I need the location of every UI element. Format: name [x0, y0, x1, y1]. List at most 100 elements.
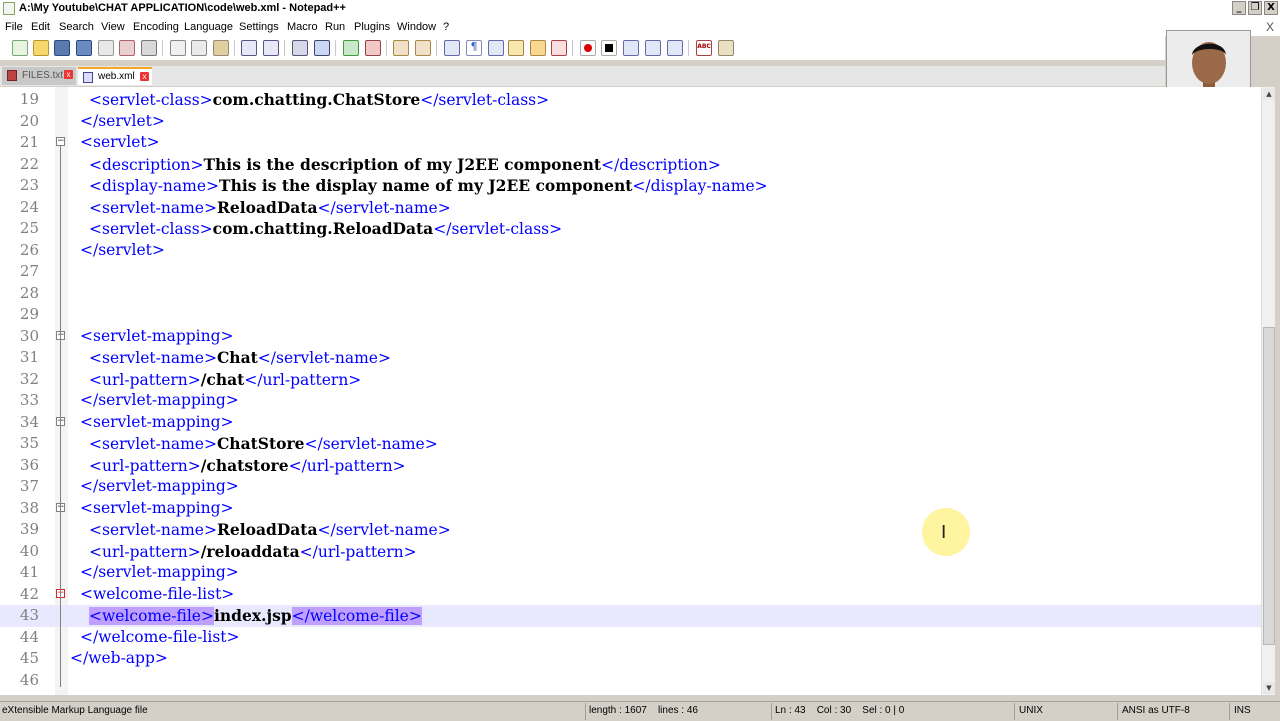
scroll-down-arrow-icon[interactable]: ▼: [1263, 682, 1275, 694]
paste-icon[interactable]: [213, 40, 229, 56]
close-tab-icon[interactable]: x: [140, 72, 149, 81]
redo-icon[interactable]: [263, 40, 279, 56]
word-wrap-icon[interactable]: [444, 40, 460, 56]
plugin-icon[interactable]: [718, 40, 734, 56]
code-line[interactable]: 35 <servlet-name>ChatStore</servlet-name>: [0, 433, 1261, 455]
code-line[interactable]: 23 <display-name>This is the display name…: [0, 175, 1261, 197]
maximize-button[interactable]: ❐: [1248, 1, 1262, 15]
code-line[interactable]: 25 <servlet-class>com.chatting.ReloadData…: [0, 218, 1261, 240]
menu-view[interactable]: View: [101, 21, 125, 33]
code-line[interactable]: 43 <welcome-file>index.jsp</welcome-file>: [0, 605, 1261, 627]
show-all-characters-icon[interactable]: ¶: [466, 40, 482, 56]
code-line[interactable]: 34−<servlet-mapping>: [0, 412, 1261, 434]
indent-guide-icon[interactable]: [488, 40, 504, 56]
menu-file[interactable]: File: [5, 21, 23, 33]
menu-macro[interactable]: Macro: [287, 21, 318, 33]
fold-toggle-icon[interactable]: −: [56, 137, 65, 146]
close-file-icon[interactable]: [98, 40, 114, 56]
print-icon[interactable]: [141, 40, 157, 56]
close-tab-icon[interactable]: x: [64, 70, 73, 79]
zoom-out-icon[interactable]: [365, 40, 381, 56]
element-value: ChatStore: [216, 434, 305, 453]
record-macro-icon[interactable]: [580, 40, 596, 56]
scroll-up-arrow-icon[interactable]: ▲: [1263, 88, 1275, 100]
element-value: /reloaddata: [200, 541, 300, 561]
status-divider: [1014, 703, 1015, 720]
user-language-icon[interactable]: [508, 40, 524, 56]
code-line[interactable]: 41 </servlet-mapping>: [0, 562, 1261, 584]
copy-icon[interactable]: [191, 40, 207, 56]
close-window-button[interactable]: X: [1264, 1, 1278, 15]
undo-icon[interactable]: [241, 40, 257, 56]
code-line[interactable]: 20 </servlet>: [0, 111, 1261, 133]
run-macro-multiple-icon[interactable]: [645, 40, 661, 56]
code-line[interactable]: 45 </web-app>: [0, 648, 1261, 670]
cut-icon[interactable]: [170, 40, 186, 56]
save-icon[interactable]: [54, 40, 70, 56]
play-macro-icon[interactable]: [623, 40, 639, 56]
close-document-button[interactable]: X: [1266, 20, 1274, 34]
open-file-icon[interactable]: [33, 40, 49, 56]
replace-icon[interactable]: [314, 40, 330, 56]
code-line[interactable]: 38−<servlet-mapping>: [0, 498, 1261, 520]
xml-tag: <servlet-mapping>: [80, 412, 234, 431]
code-line[interactable]: 26 </servlet>: [0, 240, 1261, 262]
close-all-icon[interactable]: [119, 40, 135, 56]
minimize-button[interactable]: _: [1232, 1, 1246, 15]
tab-files-txt[interactable]: FILES.txt x: [2, 67, 76, 85]
element-value: Chat: [216, 348, 258, 367]
stop-macro-icon[interactable]: [601, 40, 617, 56]
vertical-scrollbar[interactable]: ▲ ▼: [1261, 87, 1275, 695]
code-line[interactable]: 33 </servlet-mapping>: [0, 390, 1261, 412]
menu-run[interactable]: Run: [325, 21, 345, 33]
code-line[interactable]: 32 <url-pattern>/chat</url-pattern>: [0, 369, 1261, 391]
code-line[interactable]: 22 <description>This is the description o…: [0, 154, 1261, 176]
sync-horizontal-icon[interactable]: [415, 40, 431, 56]
code-line[interactable]: 30−<servlet-mapping>: [0, 326, 1261, 348]
code-line[interactable]: 44 </welcome-file-list>: [0, 627, 1261, 649]
code-line[interactable]: 27: [0, 261, 1261, 283]
find-icon[interactable]: [292, 40, 308, 56]
menu-plugins[interactable]: Plugins: [354, 21, 390, 33]
code-line[interactable]: 37 </servlet-mapping>: [0, 476, 1261, 498]
menu-encoding[interactable]: Encoding: [133, 21, 179, 33]
menu-search[interactable]: Search: [59, 21, 94, 33]
code-line[interactable]: 28: [0, 283, 1261, 305]
zoom-in-icon[interactable]: [343, 40, 359, 56]
code-line[interactable]: 24 <servlet-name>ReloadData</servlet-name…: [0, 197, 1261, 219]
code-editor[interactable]: 19 <servlet-class>com.chatting.ChatStore<…: [0, 87, 1261, 695]
menu-edit[interactable]: Edit: [31, 21, 50, 33]
save-macro-icon[interactable]: [667, 40, 683, 56]
menu-language[interactable]: Language: [184, 21, 233, 33]
code-text: </servlet-mapping>: [80, 390, 239, 412]
menu-settings[interactable]: Settings: [239, 21, 279, 33]
menu-help[interactable]: ?: [443, 21, 449, 33]
code-line[interactable]: 40 <url-pattern>/reloaddata</url-pattern>: [0, 541, 1261, 563]
code-text: </servlet>: [80, 111, 165, 133]
save-all-icon[interactable]: [76, 40, 92, 56]
xml-tag: </description>: [601, 155, 721, 174]
new-file-icon[interactable]: [12, 40, 28, 56]
xml-tag: </servlet>: [80, 240, 165, 259]
sync-vertical-icon[interactable]: [393, 40, 409, 56]
menu-window[interactable]: Window: [397, 21, 436, 33]
function-list-icon[interactable]: [551, 40, 567, 56]
toolbar-separator: [162, 40, 163, 56]
status-eol: UNIX: [1019, 705, 1043, 716]
code-line[interactable]: 39 <servlet-name>ReloadData</servlet-name…: [0, 519, 1261, 541]
tab-label: web.xml: [98, 71, 135, 82]
status-file-type: eXtensible Markup Language file: [2, 705, 148, 716]
code-line[interactable]: 36 <url-pattern>/chatstore</url-pattern>: [0, 455, 1261, 477]
line-number: 21: [19, 133, 39, 151]
code-line[interactable]: 31 <servlet-name>Chat</servlet-name>: [0, 347, 1261, 369]
code-line[interactable]: 42−<welcome-file-list>: [0, 584, 1261, 606]
spell-check-icon[interactable]: ABC: [696, 40, 712, 56]
code-line[interactable]: 29: [0, 304, 1261, 326]
scrollbar-thumb[interactable]: [1263, 327, 1275, 645]
document-map-icon[interactable]: [530, 40, 546, 56]
code-line[interactable]: 19 <servlet-class>com.chatting.ChatStore<…: [0, 89, 1261, 111]
code-line[interactable]: 46: [0, 670, 1261, 692]
tab-web-xml[interactable]: web.xml x: [78, 67, 152, 85]
code-line[interactable]: 21 − <servlet>: [0, 132, 1261, 154]
code-text: </servlet-mapping>: [80, 476, 239, 498]
